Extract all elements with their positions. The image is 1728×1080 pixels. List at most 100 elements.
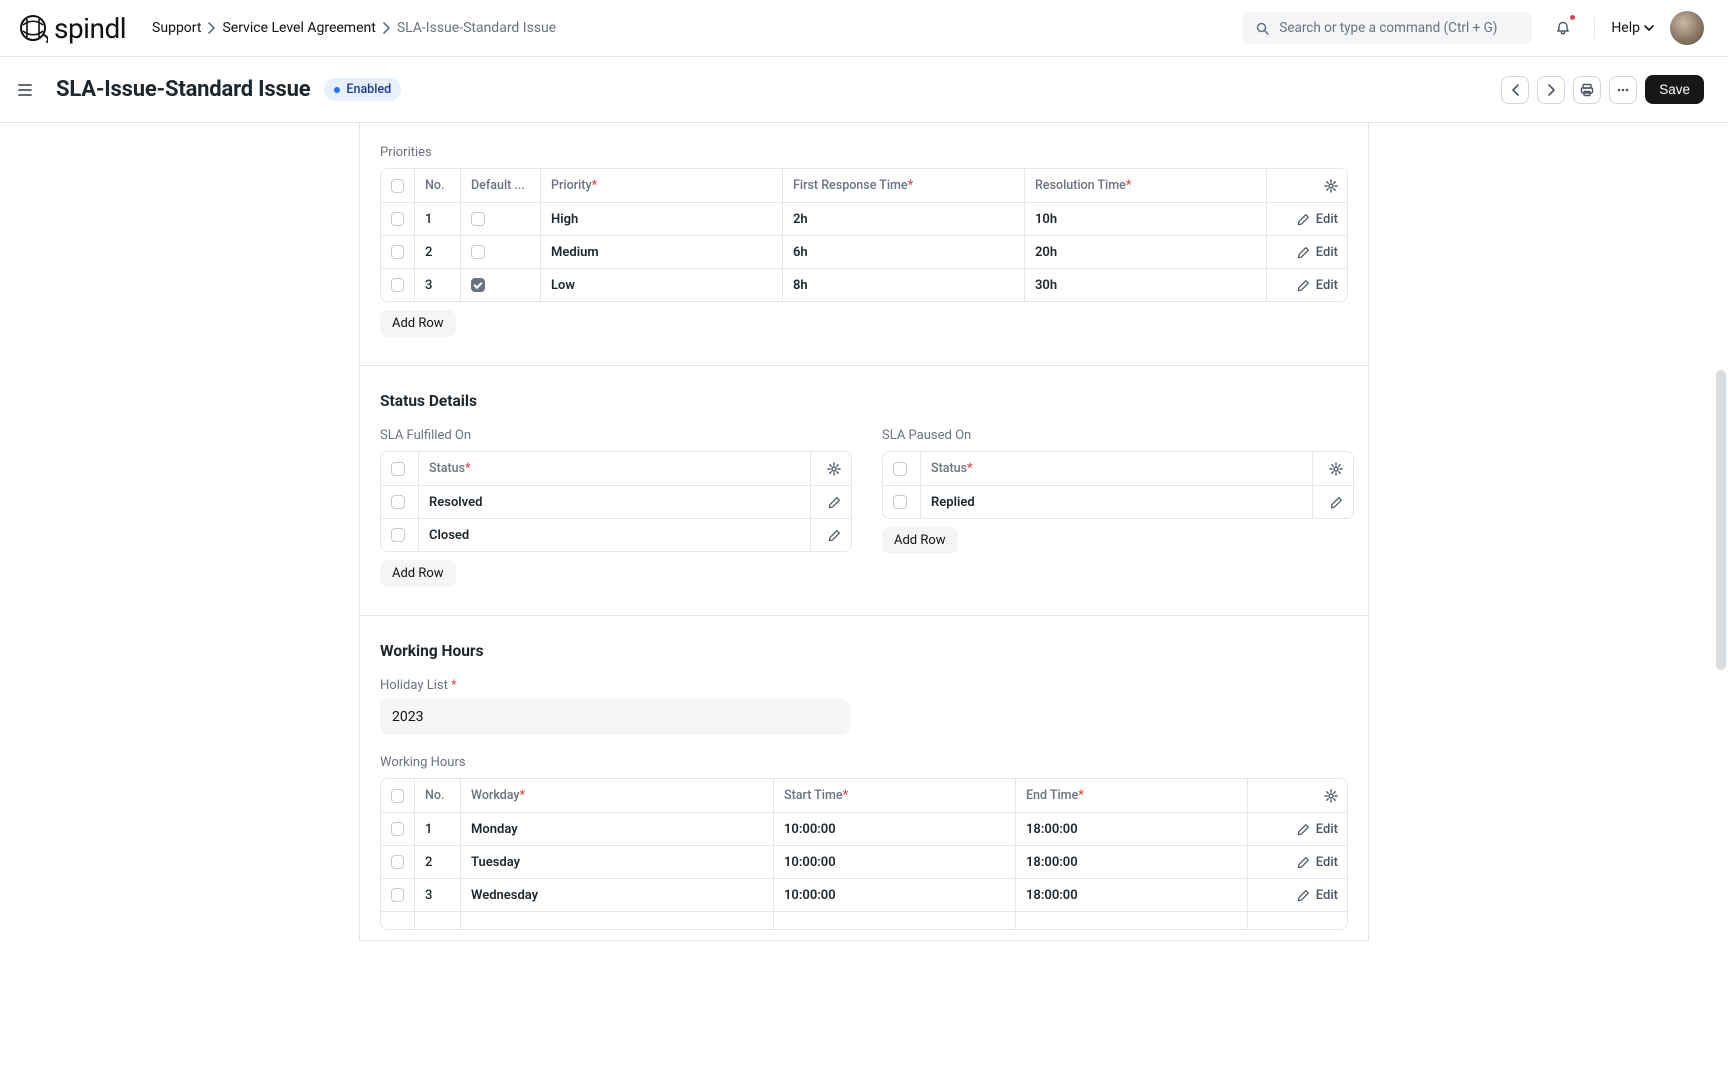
table-settings-button[interactable] [811, 452, 851, 485]
table-settings-button[interactable] [1313, 452, 1353, 485]
select-all[interactable] [883, 452, 921, 485]
next-doc-button[interactable] [1537, 76, 1565, 104]
row-select[interactable] [381, 879, 415, 911]
pen-icon [1297, 823, 1310, 836]
row-priority: Medium [541, 236, 783, 268]
holiday-list-label: Holiday List [380, 678, 1348, 693]
col-default: Default ... [461, 169, 541, 202]
row-select[interactable] [381, 486, 419, 518]
row-edit-button[interactable]: Edit [1248, 813, 1348, 845]
more-menu-button[interactable] [1609, 76, 1637, 104]
row-status: Replied [921, 486, 1313, 518]
bell-icon [1556, 21, 1570, 35]
row-select[interactable] [381, 269, 415, 301]
default-checkbox[interactable] [471, 212, 485, 226]
brand-name: spindl [54, 12, 126, 45]
select-all[interactable] [381, 169, 415, 202]
row-select[interactable] [381, 813, 415, 845]
status-dot [334, 87, 340, 93]
row-first-response: 6h [783, 236, 1025, 268]
table-row[interactable]: 2 Tuesday 10:00:00 18:00:00 Edit [381, 845, 1347, 878]
yarn-icon [18, 13, 48, 43]
global-search[interactable]: Search or type a command (Ctrl + G) [1242, 12, 1532, 44]
sla-paused-label: SLA Paused On [882, 428, 1354, 443]
table-row[interactable]: 3 Low 8h 30h Edit [381, 268, 1347, 301]
save-button[interactable]: Save [1645, 75, 1704, 104]
row-end: 18:00:00 [1016, 879, 1248, 911]
table-row[interactable]: 1 Monday 10:00:00 18:00:00 Edit [381, 812, 1347, 845]
row-first-response: 2h [783, 203, 1025, 235]
row-edit-button[interactable]: Edit [1267, 203, 1348, 235]
default-checkbox[interactable] [471, 278, 485, 292]
table-settings-button[interactable] [1248, 779, 1348, 812]
chevron-right-icon [207, 22, 216, 34]
table-row[interactable] [381, 911, 1347, 929]
pen-icon [1297, 889, 1310, 902]
row-edit-button[interactable]: Edit [1267, 269, 1348, 301]
status-details-section: Status Details SLA Fulfilled On Status R… [360, 392, 1368, 615]
row-select[interactable] [883, 486, 921, 518]
row-select[interactable] [381, 846, 415, 878]
table-row[interactable]: 1 High 2h 10h Edit [381, 202, 1347, 235]
print-button[interactable] [1573, 76, 1601, 104]
row-no: 1 [415, 813, 461, 845]
page-header: SLA-Issue-Standard Issue Enabled Save [0, 57, 1728, 123]
help-menu[interactable]: Help [1611, 20, 1654, 36]
table-row[interactable]: Closed [381, 518, 851, 551]
notifications-button[interactable] [1548, 13, 1578, 43]
gear-icon [1329, 462, 1343, 476]
add-row-button[interactable]: Add Row [380, 560, 456, 587]
row-end: 18:00:00 [1016, 846, 1248, 878]
avatar[interactable] [1670, 11, 1704, 45]
table-row[interactable]: 3 Wednesday 10:00:00 18:00:00 Edit [381, 878, 1347, 911]
col-status: Status [921, 452, 1313, 485]
sla-fulfilled-block: SLA Fulfilled On Status Resolved [380, 428, 852, 587]
menu-icon [18, 83, 34, 97]
crumb-support[interactable]: Support [152, 20, 201, 36]
col-start: Start Time [774, 779, 1016, 812]
pen-icon [1297, 279, 1310, 292]
chevron-right-icon [382, 22, 391, 34]
table-row[interactable]: Replied [883, 485, 1353, 518]
row-default[interactable] [461, 203, 541, 235]
table-row[interactable]: 2 Medium 6h 20h Edit [381, 235, 1347, 268]
select-all[interactable] [381, 452, 419, 485]
crumb-sla-list[interactable]: Service Level Agreement [222, 20, 375, 36]
sla-paused-block: SLA Paused On Status Replied [882, 428, 1354, 587]
row-resolution: 10h [1025, 203, 1267, 235]
add-row-button[interactable]: Add Row [882, 527, 958, 554]
search-placeholder: Search or type a command (Ctrl + G) [1279, 20, 1497, 36]
row-status: Resolved [419, 486, 811, 518]
table-row[interactable]: Resolved [381, 485, 851, 518]
row-edit-button[interactable]: Edit [1248, 879, 1348, 911]
default-checkbox[interactable] [471, 245, 485, 259]
row-edit-button[interactable] [1313, 486, 1353, 518]
page-title: SLA-Issue-Standard Issue [56, 77, 310, 102]
row-select[interactable] [381, 203, 415, 235]
row-edit-button[interactable] [811, 519, 851, 551]
row-edit-button[interactable]: Edit [1267, 236, 1348, 268]
brand-logo[interactable]: spindl [18, 12, 126, 45]
row-workday: Wednesday [461, 879, 774, 911]
table-settings-button[interactable] [1267, 169, 1348, 202]
row-select[interactable] [381, 236, 415, 268]
row-default[interactable] [461, 269, 541, 301]
row-priority: Low [541, 269, 783, 301]
prev-doc-button[interactable] [1501, 76, 1529, 104]
add-row-button[interactable]: Add Row [380, 310, 456, 337]
row-status: Closed [419, 519, 811, 551]
row-edit-button[interactable] [811, 486, 851, 518]
holiday-list-field[interactable]: 2023 [380, 699, 850, 735]
sidebar-toggle[interactable] [18, 83, 42, 97]
row-default[interactable] [461, 236, 541, 268]
sla-fulfilled-table: Status Resolved Closed [380, 451, 852, 552]
row-select[interactable] [381, 519, 419, 551]
select-all[interactable] [381, 779, 415, 812]
row-no: 1 [415, 203, 461, 235]
col-status: Status [419, 452, 811, 485]
gear-icon [827, 462, 841, 476]
row-edit-button[interactable]: Edit [1248, 846, 1348, 878]
scrollbar[interactable] [1716, 370, 1726, 670]
status-label: Enabled [346, 82, 391, 97]
pen-icon [828, 496, 841, 509]
